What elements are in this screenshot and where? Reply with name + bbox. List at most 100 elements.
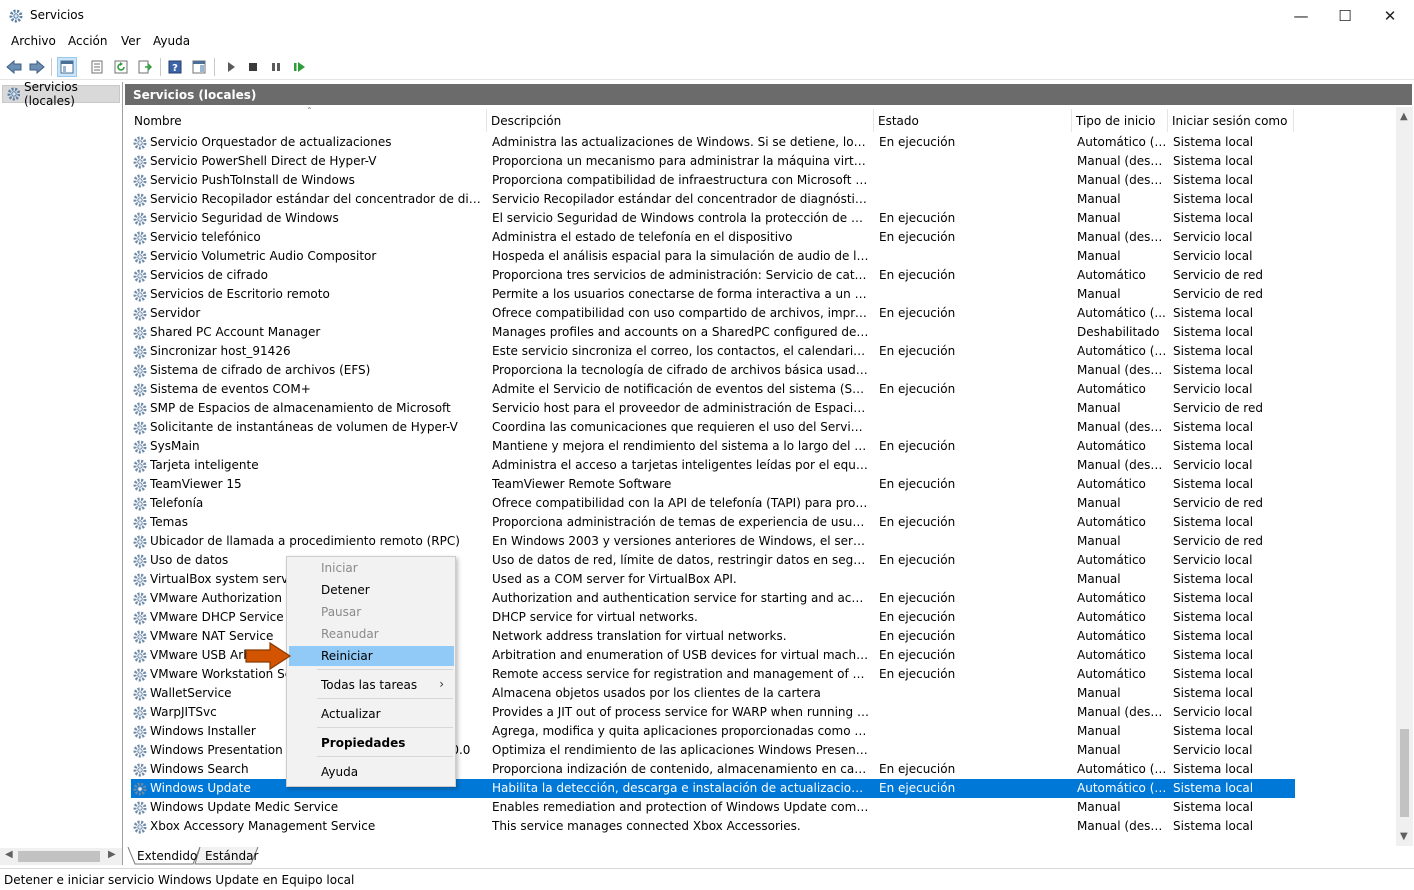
service-logon-as: Servicio local — [1173, 553, 1253, 567]
menu-archivo[interactable]: Archivo — [11, 34, 56, 48]
service-status: En ejecución — [879, 230, 956, 244]
service-row[interactable]: Xbox Accessory Management Service This se… — [131, 817, 1295, 836]
service-startup-type: Automático — [1077, 515, 1146, 529]
service-startup-type: Deshabilitado — [1077, 325, 1160, 339]
maximize-button[interactable]: ☐ — [1322, 0, 1368, 32]
service-status — [879, 456, 1069, 475]
service-row[interactable]: SysMain Mantiene y mejora el rendimiento … — [131, 437, 1295, 456]
service-logon-as: Sistema local — [1173, 610, 1254, 624]
column-header-estado[interactable]: Estado — [874, 109, 1072, 132]
pause-service-icon[interactable] — [266, 57, 286, 77]
tab-estandar[interactable]: Estándar — [197, 847, 266, 865]
service-description: Remote access service for registration a… — [492, 667, 869, 681]
service-row[interactable]: Sistema de cifrado de archivos (EFS) Prop… — [131, 361, 1295, 380]
help-icon[interactable]: ? — [165, 57, 185, 77]
properties-sheet-icon[interactable] — [87, 57, 107, 77]
menu-item-todas-las-tareas[interactable]: Todas las tareas › — [289, 675, 454, 695]
service-logon-as: Servicio de red — [1173, 534, 1263, 548]
service-row[interactable]: Servicio Volumetric Audio Compositor Hosp… — [131, 247, 1295, 266]
tab-extendido[interactable]: Extendido — [129, 847, 205, 865]
service-status: En ejecución — [879, 553, 956, 567]
service-logon-as: Servicio local — [1173, 230, 1253, 244]
service-name: Sistema de eventos COM+ — [150, 382, 311, 396]
scroll-left-icon[interactable]: ◀ — [5, 849, 13, 860]
service-row[interactable]: Windows Update Medic Service Enables reme… — [131, 798, 1295, 817]
service-row[interactable]: Ubicador de llamada a procedimiento remo… — [131, 532, 1295, 551]
menu-ayuda[interactable]: Ayuda — [153, 34, 190, 48]
service-row[interactable]: Tarjeta inteligente Administra el acceso … — [131, 456, 1295, 475]
menu-item-iniciar[interactable]: Iniciar — [289, 558, 454, 578]
back-arrow-icon[interactable] — [4, 57, 24, 77]
service-description: Provides a JIT out of process service fo… — [492, 705, 869, 719]
menu-item-pausar[interactable]: Pausar — [289, 602, 454, 622]
service-status — [879, 152, 1069, 171]
service-row[interactable]: Sistema de eventos COM+ Admite el Servici… — [131, 380, 1295, 399]
service-status — [879, 247, 1069, 266]
service-row[interactable]: Telefonía Ofrece compatibilidad con la AP… — [131, 494, 1295, 513]
service-row[interactable]: Servicio telefónico Administra el estado … — [131, 228, 1295, 247]
tree-item-servicios-locales[interactable]: Servicios (locales) — [2, 80, 120, 108]
menu-item-propiedades[interactable]: Propiedades — [289, 733, 454, 753]
view-tabs: Extendido Estándar — [125, 847, 1412, 866]
refresh-icon[interactable] — [111, 57, 131, 77]
menu-item-reiniciar[interactable]: Reiniciar — [289, 646, 454, 666]
column-header-tipo-inicio[interactable]: Tipo de inicio — [1072, 109, 1168, 132]
menu-item-reanudar[interactable]: Reanudar — [289, 624, 454, 644]
service-startup-type: Manual (dese... — [1077, 819, 1167, 833]
column-header-nombre[interactable]: Nombre ⌃ — [130, 107, 487, 132]
list-vertical-scrollbar[interactable]: ▲ ▼ — [1396, 107, 1413, 846]
service-name: TeamViewer 15 — [150, 477, 242, 491]
tree-horizontal-scrollbar[interactable]: ◀ ▶ — [0, 848, 122, 865]
service-startup-type: Automático — [1077, 667, 1146, 681]
service-logon-as: Sistema local — [1173, 439, 1254, 453]
service-row[interactable]: Solicitante de instantáneas de volumen d… — [131, 418, 1295, 437]
service-row[interactable]: Temas Proporciona administración de temas… — [131, 513, 1295, 532]
restart-service-icon[interactable] — [289, 57, 309, 77]
service-row[interactable]: TeamViewer 15 TeamViewer Remote Software E… — [131, 475, 1295, 494]
menu-item-ayuda[interactable]: Ayuda — [289, 762, 454, 782]
service-logon-as: Sistema local — [1173, 154, 1254, 168]
service-row[interactable]: SMP de Espacios de almacenamiento de Mic… — [131, 399, 1295, 418]
menu-item-detener[interactable]: Detener — [289, 580, 454, 600]
scroll-down-icon[interactable]: ▼ — [1400, 831, 1408, 842]
service-row[interactable]: Sincronizar host_91426 Este servicio sinc… — [131, 342, 1295, 361]
close-button[interactable]: ✕ — [1367, 0, 1413, 32]
scroll-up-icon[interactable]: ▲ — [1400, 111, 1408, 122]
stop-service-icon[interactable] — [243, 57, 263, 77]
service-row[interactable]: Servidor Ofrece compatibilidad con uso co… — [131, 304, 1295, 323]
service-row[interactable]: Servicios de Escritorio remoto Permite a … — [131, 285, 1295, 304]
service-row[interactable]: Servicio Seguridad de Windows El servicio… — [131, 209, 1295, 228]
column-header-descripcion[interactable]: Descripción — [487, 109, 874, 132]
column-header-inicio-sesion[interactable]: Iniciar sesión como — [1168, 109, 1294, 132]
service-name: Telefonía — [150, 496, 204, 510]
service-gear-icon — [132, 572, 148, 588]
menu-ver[interactable]: Ver — [121, 34, 141, 48]
service-row[interactable]: Servicio PushToInstall de Windows Proporc… — [131, 171, 1295, 190]
service-gear-icon — [132, 800, 148, 816]
service-logon-as: Servicio de red — [1173, 401, 1263, 415]
action-pane-icon[interactable] — [189, 57, 209, 77]
menu-item-actualizar[interactable]: Actualizar — [289, 704, 454, 724]
scrollbar-thumb[interactable] — [18, 851, 100, 862]
minimize-button[interactable]: — — [1278, 0, 1324, 32]
service-row[interactable]: Servicios de cifrado Proporciona tres ser… — [131, 266, 1295, 285]
service-gear-icon — [132, 173, 148, 189]
scroll-right-icon[interactable]: ▶ — [108, 849, 116, 860]
forward-arrow-icon[interactable] — [27, 57, 47, 77]
export-list-icon[interactable] — [135, 57, 155, 77]
service-row[interactable]: Shared PC Account Manager Manages profile… — [131, 323, 1295, 342]
service-gear-icon — [132, 420, 148, 436]
service-row[interactable]: Servicio PowerShell Direct de Hyper-V Pro… — [131, 152, 1295, 171]
service-logon-as: Sistema local — [1173, 724, 1254, 738]
service-row[interactable]: Servicio Recopilador estándar del concen… — [131, 190, 1295, 209]
scrollbar-thumb[interactable] — [1400, 729, 1409, 817]
service-status — [879, 817, 1069, 836]
console-tree-icon[interactable] — [57, 57, 77, 77]
service-description: Agrega, modifica y quita aplicaciones pr… — [492, 724, 869, 738]
service-startup-type: Manual (dese... — [1077, 363, 1167, 377]
start-service-icon[interactable] — [221, 57, 241, 77]
service-row[interactable]: Servicio Orquestador de actualizaciones A… — [131, 133, 1295, 152]
service-status: En ejecución — [879, 135, 956, 149]
menu-accion[interactable]: Acción — [68, 34, 107, 48]
service-name: Tarjeta inteligente — [150, 458, 259, 472]
